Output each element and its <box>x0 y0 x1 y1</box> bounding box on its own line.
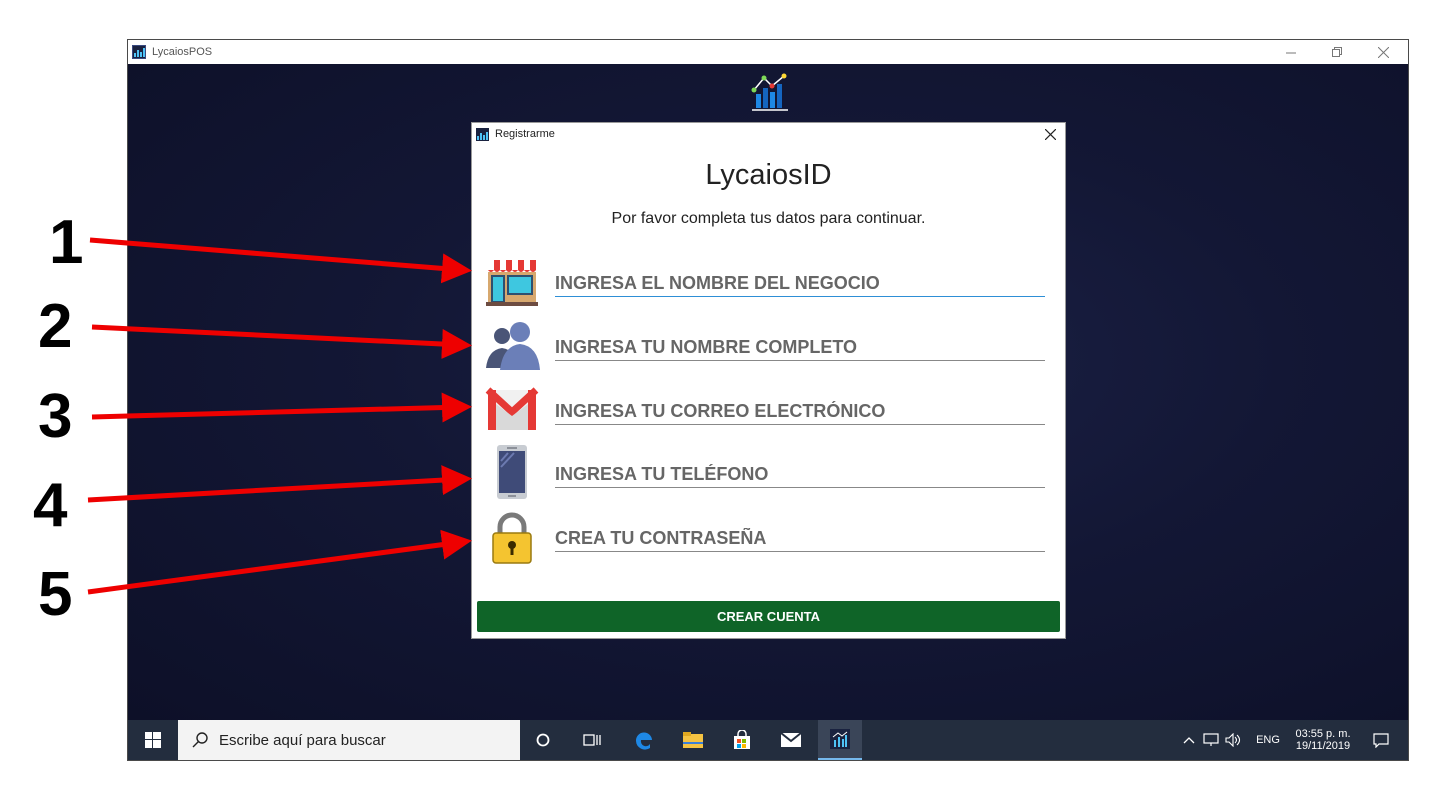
business-name-input[interactable] <box>555 270 1045 297</box>
email-input[interactable] <box>555 398 1045 425</box>
search-icon <box>192 732 208 748</box>
action-center-icon[interactable] <box>1364 720 1398 760</box>
app-window: LycaiosPOS Registrarme LycaiosID Por fav… <box>127 39 1409 761</box>
volume-icon[interactable] <box>1223 720 1243 760</box>
windows-icon <box>145 732 161 748</box>
cortana-icon[interactable] <box>523 720 563 760</box>
lycaios-chart-logo-icon <box>751 73 788 111</box>
taskbar: Escribe aquí para buscar ENG 03:55 p. m.… <box>128 720 1408 760</box>
clock-date: 19/11/2019 <box>1295 740 1351 752</box>
network-icon[interactable] <box>1201 720 1221 760</box>
dialog-app-icon <box>476 127 489 141</box>
restore-icon[interactable] <box>1314 40 1360 64</box>
start-button[interactable] <box>128 720 178 760</box>
register-dialog: Registrarme LycaiosID Por favor completa… <box>471 122 1066 639</box>
window-titlebar[interactable]: LycaiosPOS <box>128 40 1408 64</box>
window-title: LycaiosPOS <box>152 46 213 58</box>
search-placeholder: Escribe aquí para buscar <box>219 731 386 749</box>
password-row <box>484 509 1056 565</box>
phone-input[interactable] <box>555 461 1045 488</box>
padlock-icon <box>492 512 532 564</box>
annotation-2: 2 <box>38 292 73 361</box>
taskbar-search[interactable]: Escribe aquí para buscar <box>178 720 520 760</box>
clock[interactable]: 03:55 p. m. 19/11/2019 <box>1288 720 1358 760</box>
phone-icon <box>497 445 527 499</box>
create-account-button[interactable]: CREAR CUENTA <box>477 601 1060 632</box>
dialog-title: Registrarme <box>495 128 555 140</box>
password-input[interactable] <box>555 525 1045 552</box>
edge-icon[interactable] <box>624 720 664 760</box>
clock-time: 03:55 p. m. <box>1295 728 1351 740</box>
full-name-row <box>484 318 1056 374</box>
app-background: Registrarme LycaiosID Por favor completa… <box>128 64 1408 720</box>
lycaiospos-taskbar-icon[interactable] <box>818 720 862 760</box>
annotation-4: 4 <box>33 471 68 540</box>
mail-icon[interactable] <box>771 720 811 760</box>
task-view-icon[interactable] <box>572 720 612 760</box>
dialog-heading: LycaiosID <box>705 159 832 191</box>
dialog-titlebar[interactable]: Registrarme <box>472 123 1065 145</box>
email-row <box>484 382 1056 438</box>
dialog-subheading: Por favor completa tus datos para contin… <box>611 210 926 227</box>
annotation-5: 5 <box>38 560 73 629</box>
close-icon[interactable] <box>1360 40 1406 64</box>
gmail-icon <box>485 387 539 430</box>
show-hidden-icons-icon[interactable] <box>1180 720 1198 760</box>
dialog-close-icon[interactable] <box>1041 125 1059 143</box>
users-icon <box>486 322 540 370</box>
annotation-1: 1 <box>49 208 84 277</box>
business-name-row <box>484 254 1056 310</box>
language-indicator[interactable]: ENG <box>1248 720 1288 760</box>
app-logo-icon <box>132 45 146 59</box>
minimize-icon[interactable] <box>1268 40 1314 64</box>
file-explorer-icon[interactable] <box>673 720 713 760</box>
store-icon[interactable] <box>722 720 762 760</box>
store-icon <box>486 260 538 306</box>
full-name-input[interactable] <box>555 334 1045 361</box>
annotation-3: 3 <box>38 382 73 451</box>
phone-row <box>484 445 1056 501</box>
